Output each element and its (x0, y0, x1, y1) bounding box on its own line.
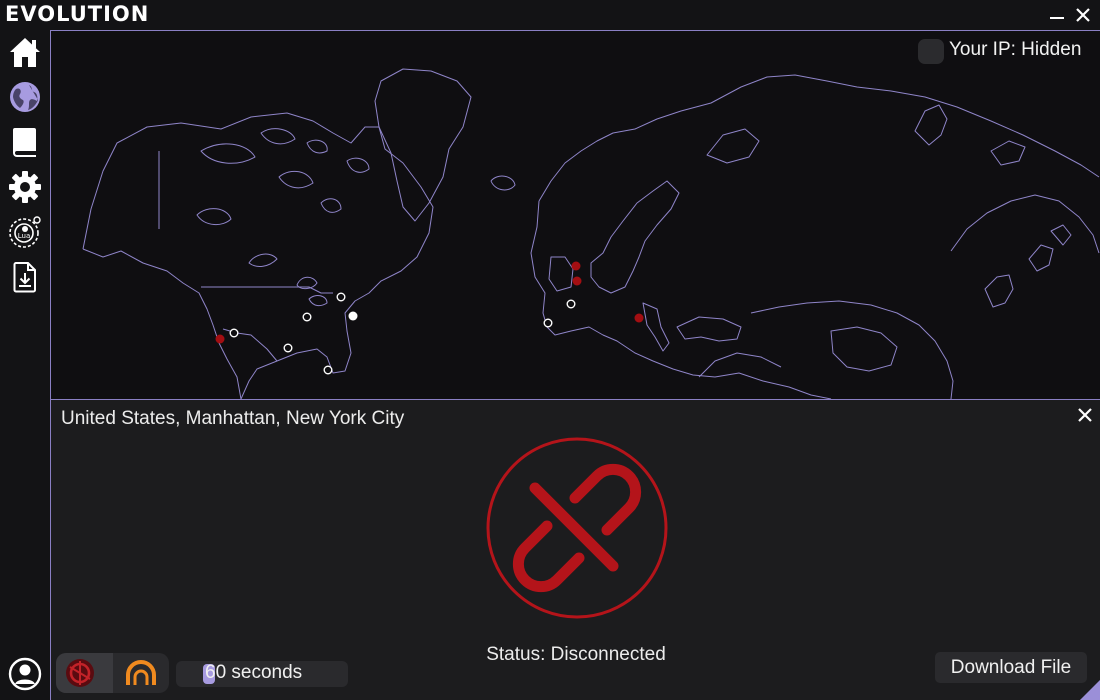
server-marker[interactable] (283, 343, 293, 353)
minimize-icon (1050, 17, 1064, 19)
close-icon (1076, 8, 1090, 22)
gear-icon (9, 171, 41, 203)
close-icon (1078, 408, 1092, 422)
sidebar-item-book[interactable] (7, 124, 43, 160)
protocol-option-right[interactable] (113, 653, 169, 693)
sidebar-item-home[interactable] (7, 34, 43, 70)
timer-value: 60 seconds (205, 662, 303, 683)
sidebar-account[interactable] (7, 656, 43, 692)
connection-panel: United States, Manhattan, New York City … (50, 399, 1100, 700)
globe-icon (10, 82, 40, 112)
world-map (82, 68, 1100, 399)
disconnected-icon[interactable] (485, 436, 669, 620)
sidebar-item-globe[interactable] (7, 79, 43, 115)
server-marker-unavailable[interactable] (215, 334, 225, 344)
close-button[interactable] (1072, 4, 1094, 26)
sidebar-item-lua[interactable]: Lua (7, 214, 43, 250)
server-marker[interactable] (323, 365, 333, 375)
file-download-icon (13, 262, 36, 293)
sidebar-item-file-download[interactable] (7, 259, 43, 295)
protocol-option-left[interactable] (56, 653, 113, 693)
home-icon (10, 38, 40, 67)
selected-location: United States, Manhattan, New York City (61, 408, 405, 429)
server-marker-selected[interactable] (348, 311, 358, 321)
timer-slider[interactable]: 60 seconds (176, 661, 348, 687)
sidebar-item-settings[interactable] (7, 169, 43, 205)
lua-icon: Lua (9, 216, 41, 248)
server-marker[interactable] (302, 312, 312, 322)
server-map: Your IP: Hidden (50, 30, 1100, 399)
title-bar: EVOLUTION (0, 0, 1100, 30)
svg-text:Lua: Lua (18, 232, 31, 240)
app-window: EVOLUTION Lua Your IP: Hidden United Sta… (0, 0, 1100, 700)
ip-visibility-toggle[interactable] (918, 39, 944, 64)
panel-close-button[interactable] (1074, 404, 1096, 426)
server-marker[interactable] (229, 328, 239, 338)
resize-grip[interactable] (1080, 680, 1100, 700)
sidebar: Lua (0, 30, 50, 700)
server-marker-unavailable[interactable] (572, 276, 582, 286)
server-marker-unavailable[interactable] (634, 313, 644, 323)
server-marker[interactable] (543, 318, 553, 328)
user-icon (8, 657, 42, 691)
app-title: EVOLUTION (5, 2, 150, 26)
shield-logo-icon (66, 659, 94, 687)
download-file-button[interactable]: Download File (935, 652, 1087, 683)
book-icon (13, 128, 36, 157)
server-marker[interactable] (336, 292, 346, 302)
server-marker[interactable] (566, 299, 576, 309)
map-outlines (82, 68, 1100, 399)
server-marker-unavailable[interactable] (571, 261, 581, 271)
vpn-logo-icon (126, 660, 156, 685)
minimize-button[interactable] (1046, 4, 1068, 26)
ip-status-label: Your IP: Hidden (949, 39, 1082, 60)
protocol-switch[interactable] (56, 653, 169, 693)
